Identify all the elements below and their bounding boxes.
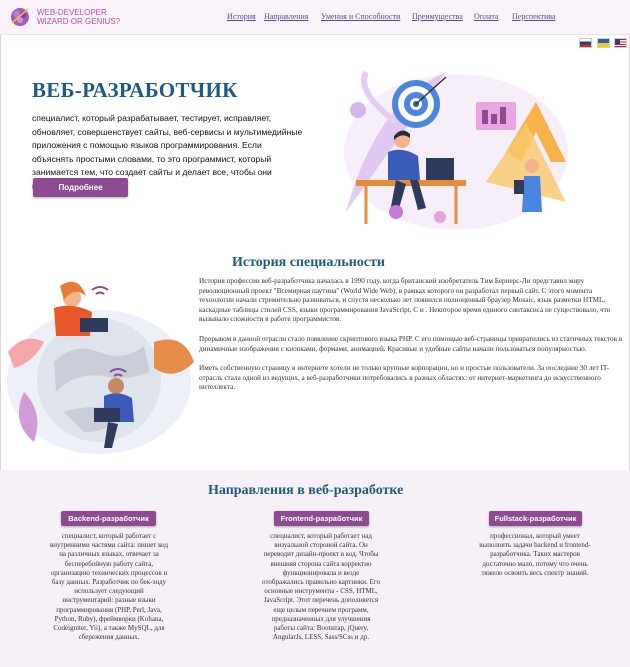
backend-description: специалист, который работает с внутренни… (50, 532, 169, 642)
frontend-button[interactable]: Frontend-разработчик (274, 511, 369, 526)
nav-directions[interactable]: Направления (264, 12, 309, 21)
hero-title: ВЕБ-РАЗРАБОТЧИК (32, 78, 238, 102)
history-title: История специальности (232, 255, 385, 270)
nav-perspective[interactable]: Перспектива (512, 12, 556, 21)
laptop-icon (426, 158, 454, 180)
laptop-top-icon (80, 318, 108, 332)
nav-advantages[interactable]: Преимущества (412, 12, 463, 21)
backend-button[interactable]: Backend-разработчик (61, 511, 156, 526)
globe-people-illustration (7, 281, 194, 454)
russia-flag-icon[interactable] (579, 38, 592, 48)
gear-small-icon (434, 211, 446, 223)
person-top-icon (54, 281, 108, 336)
usa-flag-canton (615, 39, 620, 44)
ukraine-flag-icon[interactable] (597, 38, 610, 48)
frontend-description: специалист, который работает над визуаль… (262, 532, 380, 642)
fullstack-description: профессионал, который умеет выполнять за… (479, 532, 591, 577)
wifi-top-icon (91, 286, 109, 295)
developer-target-illustration (344, 70, 568, 230)
more-button[interactable]: Подробнее (33, 178, 128, 197)
gear-icon (389, 205, 403, 219)
main-nav: История Направления Умения и Способности… (0, 12, 630, 24)
nav-history[interactable]: История (227, 12, 256, 21)
directions-title: Направления в веб-разработке (208, 483, 404, 498)
history-text: История профессии веб-разработчика начал… (199, 277, 623, 403)
top-header: WEB-DEVELOPER WIZARD OR GENIUS? История … (0, 0, 630, 35)
history-paragraph-1: История профессии веб-разработчика начал… (199, 277, 611, 324)
usa-flag-icon[interactable] (614, 38, 627, 48)
history-paragraph-2: Прорывом в данной отрасли стало появлени… (199, 334, 623, 353)
laptop-bottom-icon (94, 408, 120, 422)
language-switcher (579, 38, 627, 48)
nav-skills[interactable]: Умения и Способности (321, 12, 400, 21)
fullstack-button[interactable]: Fullstack-разработчик (489, 511, 582, 526)
nav-payment[interactable]: Оплата (474, 12, 499, 21)
history-paragraph-3: Иметь собственную страницу в интернете х… (199, 364, 610, 392)
ball-icon (350, 102, 366, 118)
